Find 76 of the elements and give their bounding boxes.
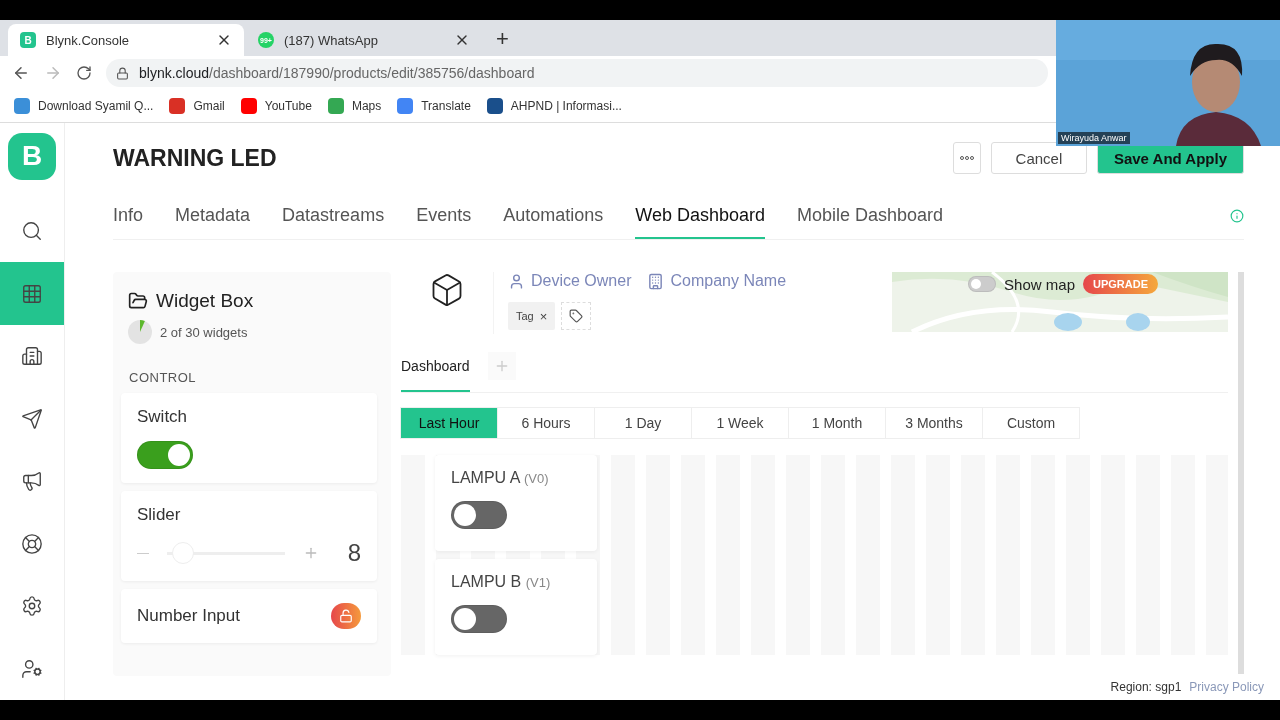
user-icon bbox=[21, 657, 43, 680]
plus-icon bbox=[303, 545, 319, 561]
grid-icon bbox=[21, 282, 43, 305]
person-icon bbox=[508, 272, 525, 290]
megaphone-icon bbox=[21, 470, 43, 493]
widget-count: 2 of 30 widgets bbox=[160, 324, 248, 340]
new-tab-button[interactable]: + bbox=[484, 26, 521, 56]
tab-title: Blynk.Console bbox=[46, 32, 131, 48]
toggle-switch[interactable] bbox=[137, 441, 193, 469]
time-range-button[interactable]: Custom bbox=[982, 407, 1080, 439]
more-icon bbox=[959, 156, 974, 160]
time-range-button[interactable]: 1 Month bbox=[788, 407, 886, 439]
panel-title: Widget Box bbox=[156, 290, 254, 312]
browser-tab[interactable]: B Blynk.Console bbox=[8, 24, 244, 56]
bookmark[interactable]: Gmail bbox=[169, 98, 225, 114]
widget-card[interactable]: Number Input bbox=[121, 589, 377, 643]
bookmark[interactable]: Maps bbox=[327, 98, 382, 114]
time-range-button[interactable]: Last Hour bbox=[400, 407, 498, 439]
tag-chip[interactable]: Tag × bbox=[508, 302, 556, 330]
bookmark[interactable]: Download Syamil Q... bbox=[14, 98, 154, 114]
tab[interactable]: Automations bbox=[503, 193, 604, 239]
tab[interactable]: Web Dashboard bbox=[635, 193, 765, 239]
widget-name: Slider bbox=[137, 505, 181, 525]
company-name-link[interactable]: Company Name bbox=[647, 272, 787, 290]
bookmark[interactable]: Translate bbox=[397, 98, 471, 114]
cancel-button[interactable]: Cancel bbox=[990, 142, 1087, 174]
toggle-switch[interactable] bbox=[451, 501, 507, 529]
lock-icon bbox=[116, 66, 129, 80]
reload-icon[interactable] bbox=[76, 65, 92, 81]
switch-widget[interactable]: LAMPU A (V0) bbox=[435, 455, 597, 551]
switch-widget[interactable]: LAMPU B (V1) bbox=[435, 559, 597, 655]
search-icon bbox=[21, 220, 43, 243]
time-range-button[interactable]: 1 Week bbox=[691, 407, 789, 439]
tab[interactable]: Info bbox=[113, 193, 144, 239]
time-range-button[interactable]: 3 Months bbox=[885, 407, 983, 439]
widget-card[interactable]: Slider 8 bbox=[121, 491, 377, 581]
widget-label: LAMPU B (V1) bbox=[451, 573, 552, 591]
time-range-button[interactable]: 1 Day bbox=[594, 407, 692, 439]
tab[interactable]: Datastreams bbox=[282, 193, 385, 239]
participant-name: Wirayuda Anwar bbox=[1058, 132, 1130, 144]
toggle-switch[interactable] bbox=[968, 276, 997, 292]
tag-icon bbox=[569, 309, 584, 323]
page-title: WARNING LED bbox=[113, 144, 278, 172]
lifebuoy-icon bbox=[21, 532, 43, 555]
slider-value: 8 bbox=[347, 539, 361, 567]
add-tag-button[interactable] bbox=[561, 302, 592, 330]
paper-plane-icon bbox=[21, 407, 43, 430]
more-button[interactable] bbox=[952, 142, 981, 174]
building-icon bbox=[21, 345, 43, 368]
usage-pie bbox=[128, 320, 152, 344]
tab[interactable]: Metadata bbox=[175, 193, 251, 239]
widget-name: Number Input bbox=[137, 606, 240, 626]
toggle-switch[interactable] bbox=[451, 605, 507, 633]
close-icon[interactable]: × bbox=[539, 308, 548, 324]
tab[interactable]: Mobile Dashboard bbox=[797, 193, 944, 239]
tab-favicon: B bbox=[20, 32, 36, 48]
section-heading: CONTROL bbox=[128, 370, 198, 385]
url-text: blynk.cloud/dashboard/187990/products/edit/385756/dashboard bbox=[139, 65, 535, 81]
bookmark[interactable]: AHPND | Informasi... bbox=[486, 98, 622, 114]
back-icon[interactable] bbox=[12, 64, 30, 82]
time-range-button[interactable]: 6 Hours bbox=[497, 407, 595, 439]
widget-box-icon bbox=[128, 291, 148, 311]
device-owner-link[interactable]: Device Owner bbox=[508, 272, 632, 290]
region-text: Region: sgp1 bbox=[1110, 680, 1182, 694]
toggle-label: Show map bbox=[1004, 275, 1075, 293]
tab-title: (187) WhatsApp bbox=[284, 32, 379, 48]
dashboard-tab[interactable]: Dashboard bbox=[401, 340, 470, 392]
settings-icon bbox=[21, 595, 43, 618]
widget-card[interactable]: Switch bbox=[121, 393, 377, 483]
tab[interactable]: Events bbox=[416, 193, 472, 239]
address-bar[interactable]: blynk.cloud/dashboard/187990/products/edit/385756/dashboard bbox=[106, 59, 1048, 87]
bookmark[interactable]: YouTube bbox=[240, 98, 312, 114]
widget-label: LAMPU A (V0) bbox=[451, 469, 550, 487]
sidebar-item[interactable] bbox=[0, 262, 64, 325]
building-icon bbox=[647, 272, 665, 290]
widget-name: Switch bbox=[137, 407, 188, 427]
